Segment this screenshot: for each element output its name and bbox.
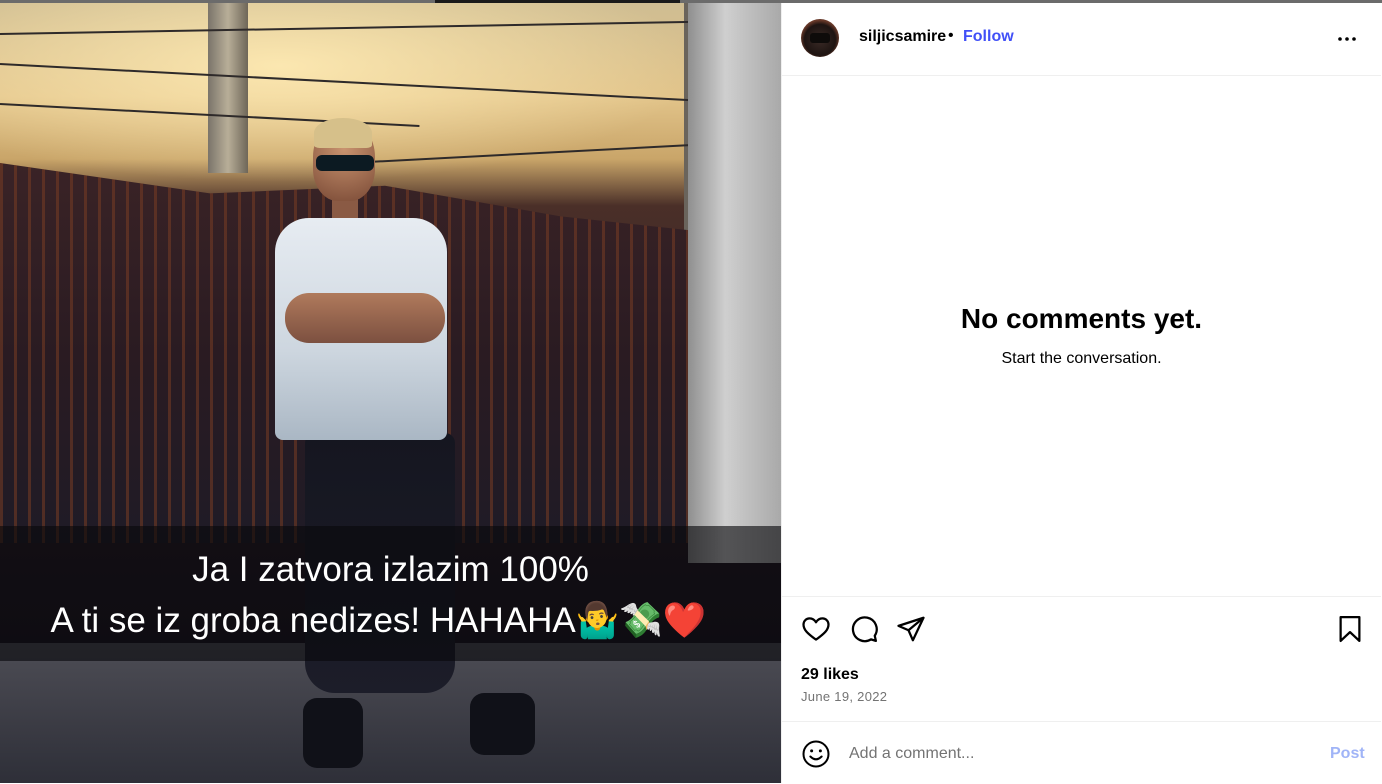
- post-header: siljicsamire • Follow: [782, 3, 1381, 76]
- photo-caption-line-1: Ja I zatvora izlazim 100%: [192, 550, 589, 589]
- comment-icon[interactable]: [849, 614, 879, 644]
- share-icon[interactable]: [896, 614, 926, 644]
- likes-count[interactable]: 29 likes: [801, 666, 859, 684]
- post-actions: 29 likes June 19, 2022: [782, 596, 1381, 722]
- post-photo[interactable]: Ja I zatvora izlazim 100% A ti se iz gro…: [0, 3, 781, 783]
- photo-caption-line-2: A ti se iz groba nedizes! HAHAHA🤷‍♂️💸❤️: [50, 601, 707, 640]
- avatar[interactable]: [801, 19, 839, 57]
- comment-bar: Post: [782, 721, 1381, 784]
- no-comments-subtitle: Start the conversation.: [1001, 350, 1162, 367]
- heart-icon[interactable]: [801, 614, 831, 644]
- post-date: June 19, 2022: [801, 689, 888, 704]
- post-side-panel: siljicsamire • Follow No comments yet. S…: [781, 3, 1382, 783]
- post-button[interactable]: Post: [1330, 745, 1365, 763]
- comment-input[interactable]: [849, 742, 1289, 766]
- follow-button[interactable]: Follow: [963, 28, 1014, 46]
- separator-dot: •: [948, 27, 954, 44]
- bookmark-icon[interactable]: [1335, 614, 1365, 644]
- emoji-icon[interactable]: [801, 739, 831, 769]
- more-icon[interactable]: [1335, 27, 1359, 51]
- no-comments-title: No comments yet.: [960, 303, 1203, 334]
- username-link[interactable]: siljicsamire: [859, 28, 946, 46]
